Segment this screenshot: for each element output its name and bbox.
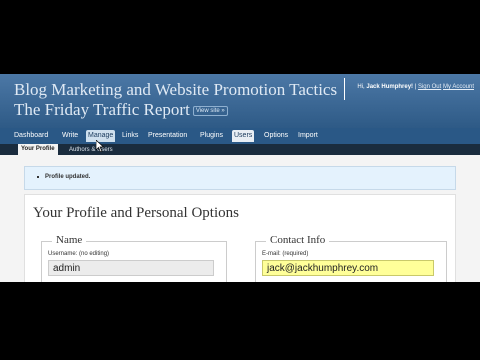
menu-users[interactable]: Users (232, 130, 255, 142)
contact-fieldset: Contact Info E-mail: (required) jack@jac… (255, 234, 447, 282)
greeting: Hi, (357, 84, 365, 90)
sub-menu: Your Profile Authors & Users (0, 144, 480, 155)
submenu-your-profile[interactable]: Your Profile (18, 144, 58, 155)
user-bar: Hi, Jack Humphrey! | Sign Out My Account (357, 84, 474, 90)
menu-import[interactable]: Import (296, 131, 320, 141)
profile-panel: Your Profile and Personal Options Name U… (24, 194, 456, 282)
blog-title: Blog Marketing and Website Promotion Tac… (14, 80, 344, 120)
submenu-authors-users[interactable]: Authors & Users (66, 145, 116, 155)
user-name[interactable]: Jack Humphrey! (366, 84, 413, 90)
name-fieldset: Name Username: (no editing) admin (41, 234, 227, 282)
menu-write[interactable]: Write (60, 131, 80, 141)
blog-title-line2: The Friday Traffic Report View site » (14, 100, 344, 120)
update-notice: Profile updated. (24, 166, 456, 190)
divider: | (414, 84, 417, 90)
username-field[interactable]: admin (48, 260, 214, 276)
page-title: Your Profile and Personal Options (33, 205, 239, 221)
blog-title-line1: Blog Marketing and Website Promotion Tac… (14, 80, 338, 99)
admin-header: Blog Marketing and Website Promotion Tac… (0, 74, 480, 128)
blog-subtitle: The Friday Traffic Report (14, 100, 190, 119)
menu-presentation[interactable]: Presentation (146, 131, 189, 141)
mouse-pointer-icon (96, 140, 104, 152)
sign-out-link[interactable]: Sign Out (418, 84, 441, 90)
admin-menu: Dashboard Write Manage Links Presentatio… (0, 128, 480, 144)
view-site-button[interactable]: View site » (192, 106, 228, 117)
menu-plugins[interactable]: Plugins (198, 131, 225, 141)
username-label: Username: (no editing) (48, 251, 110, 257)
email-label: E-mail: (required) (262, 251, 309, 257)
text-cursor-icon (344, 78, 345, 100)
menu-options[interactable]: Options (262, 131, 290, 141)
notice-text: Profile updated. (45, 174, 91, 180)
name-legend: Name (52, 234, 87, 246)
contact-legend: Contact Info (266, 234, 330, 246)
email-field[interactable]: jack@jackhumphrey.com (262, 260, 434, 276)
menu-links[interactable]: Links (120, 131, 140, 141)
browser-viewport: Blog Marketing and Website Promotion Tac… (0, 74, 480, 282)
menu-dashboard[interactable]: Dashboard (12, 131, 50, 141)
bullet-icon (37, 176, 39, 178)
my-account-link[interactable]: My Account (443, 84, 474, 90)
